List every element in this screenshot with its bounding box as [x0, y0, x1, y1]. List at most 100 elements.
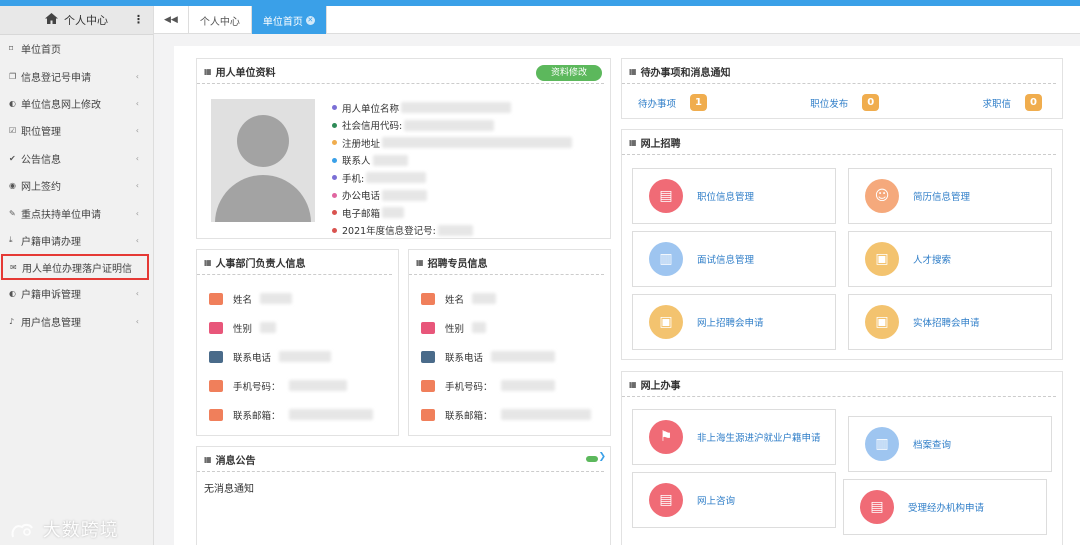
copy-icon: ❐ [9, 71, 17, 81]
sidebar-item[interactable]: ✔ 公告信息 ‹ [0, 145, 153, 172]
grid-icon: ▦ [629, 66, 637, 76]
service-card-label: 网上招聘会申请 [697, 318, 764, 329]
contact-row: 手机号码： [209, 371, 373, 400]
sidebar-item[interactable]: ◐ 单位信息网上修改 ‹ [0, 90, 153, 117]
avatar [211, 99, 315, 222]
bullet-dot [332, 227, 337, 233]
service-card[interactable]: ▤ 网上咨询 [632, 472, 836, 528]
redacted-value [260, 322, 277, 333]
service-card[interactable]: ▥ 面试信息管理 [632, 231, 836, 287]
clipboard-icon: ▤ [649, 483, 683, 517]
tab-scroll-left-button[interactable]: ◀◀ [154, 6, 189, 34]
service-card-label: 非上海生源进沪就业户籍申请 [697, 433, 821, 444]
sidebar-item[interactable]: ☑ 职位管理 ‹ [0, 117, 153, 144]
bullet-dot [332, 175, 337, 181]
sidebar-item-label: 单位首页 [21, 45, 61, 57]
bookmark-icon: ⌑ [9, 44, 14, 54]
clipboard-icon: ▤ [649, 179, 683, 213]
contact-row: 手机号码： [421, 371, 591, 400]
info-label: 办公电话 [342, 191, 381, 203]
redacted-value [372, 154, 408, 166]
info-row: 用人单位名称 [332, 99, 572, 117]
edit-profile-button[interactable]: 资料修改 [536, 65, 602, 81]
chevron-left-icon: ‹ [135, 98, 139, 108]
panel-title: ▦ 消息公告 [197, 447, 604, 472]
sidebar-item-label: 单位信息网上修改 [21, 99, 101, 111]
todo-item-applications[interactable]: 求职信 0 [982, 94, 1042, 111]
info-row: 办公电话 [332, 187, 572, 205]
sidebar-item[interactable]: ✎ 重点扶持单位申请 ‹ [0, 199, 153, 226]
service-card[interactable]: ⚑ 非上海生源进沪就业户籍申请 [632, 409, 836, 465]
sidebar-header[interactable]: 个人中心 ⋮ [0, 6, 153, 35]
bars-icon: ▥ [649, 242, 683, 276]
service-card[interactable]: ▣ 人才搜索 [848, 231, 1052, 287]
contact-row: 姓名 [421, 284, 591, 313]
tab-personal-center[interactable]: 个人中心 [189, 6, 252, 34]
chevron-left-icon: ‹ [135, 181, 139, 191]
info-label: 联系人 [342, 156, 371, 168]
main-content: ▦ 用人单位资料 资料修改 用人单位名称 社会信用代码: 注册地址 联系人 手机: 办公电… [174, 46, 1080, 545]
info-row: 注册地址 [332, 134, 573, 152]
redacted-value [288, 380, 347, 391]
clipboard-icon: ▤ [860, 490, 894, 524]
contact-label: 手机号码： [233, 381, 281, 393]
service-card-label: 简历信息管理 [913, 192, 971, 203]
info-row: 电子邮箱 [332, 204, 572, 222]
redacted-value [500, 380, 555, 391]
count-badge: 0 [862, 94, 880, 111]
panel-title-text: 用人单位资料 [215, 67, 276, 79]
sidebar-item[interactable]: ◉ 网上签约 ‹ [0, 172, 153, 199]
toggle-switch[interactable] [586, 456, 598, 462]
sidebar-item[interactable]: ✉ 用人单位办理落户证明信 [1, 254, 149, 281]
grid-icon: ▦ [204, 257, 212, 267]
tab-unit-home[interactable]: 单位首页 ✕ [251, 6, 327, 34]
more-vertical-icon[interactable]: ⋮ [133, 13, 144, 26]
field-icon [421, 379, 435, 392]
sidebar-item[interactable]: ❐ 信息登记号申请 ‹ [0, 62, 153, 89]
service-card[interactable]: ▣ 网上招聘会申请 [632, 294, 836, 350]
redacted-value [437, 224, 473, 236]
panel-title-text: 招聘专员信息 [427, 258, 488, 270]
todo-panel: ▦ 待办事项和消息通知 待办事项 1 职位发布 0 求职信 0 [621, 58, 1063, 119]
todo-item-pending[interactable]: 待办事项 1 [638, 94, 708, 111]
sidebar-item-label: 用人单位办理落户证明信 [22, 263, 132, 275]
service-card[interactable]: ▥ 档案查询 [848, 416, 1052, 472]
sidebar-item[interactable]: ◐ 户籍申诉管理 ‹ [0, 280, 153, 307]
watermark-logo: 大数跨境 [10, 516, 119, 542]
service-card[interactable]: ▤ 受理经办机构申请 [843, 479, 1047, 535]
redacted-value [404, 119, 495, 131]
redacted-value [472, 322, 487, 333]
contact-row: 联系电话 [421, 342, 591, 371]
redacted-value [382, 189, 428, 201]
chevron-right-icon[interactable]: ❯ [598, 452, 606, 462]
info-label: 手机: [342, 173, 365, 185]
redacted-value [279, 351, 332, 362]
sidebar-item[interactable]: ♪ 用户信息管理 ‹ [0, 308, 153, 335]
contact-label: 性别 [445, 323, 465, 335]
field-icon [421, 350, 435, 363]
bars-icon: ▥ [865, 427, 899, 461]
todo-item-job-posts[interactable]: 职位发布 0 [810, 94, 880, 111]
redacted-value [288, 409, 373, 420]
contact-row: 联系邮箱： [421, 400, 591, 429]
grid-icon: ▦ [204, 66, 212, 76]
field-icon [421, 292, 435, 305]
notices-empty-text: 无消息通知 [204, 484, 254, 495]
redacted-value [491, 351, 556, 362]
field-icon [209, 408, 223, 421]
chevron-left-icon: ‹ [135, 153, 139, 163]
service-card[interactable]: ▣ 实体招聘会申请 [848, 294, 1052, 350]
panel-title: ▦ 人事部门负责人信息 [197, 250, 392, 275]
sidebar-item[interactable]: ⌑ 单位首页 [0, 35, 153, 62]
hr-contact-panel: ▦ 人事部门负责人信息 姓名 性别 联系电话 手机号码： 联系邮箱： [196, 249, 399, 436]
service-card[interactable]: ▤ 职位信息管理 [632, 168, 836, 224]
sidebar-item-label: 户籍申诉管理 [21, 290, 81, 302]
unit-info-panel: ▦ 用人单位资料 资料修改 用人单位名称 社会信用代码: 注册地址 联系人 手机: 办公电… [196, 58, 611, 239]
redacted-value [260, 293, 293, 304]
contact-label: 手机号码： [445, 381, 493, 393]
grid-icon: ▦ [629, 137, 637, 147]
service-card-label: 网上咨询 [697, 496, 736, 507]
sidebar-item[interactable]: ⤓ 户籍申请办理 ‹ [0, 227, 153, 254]
close-tab-icon[interactable]: ✕ [305, 15, 315, 25]
service-card[interactable]: ☺ 简历信息管理 [848, 168, 1052, 224]
